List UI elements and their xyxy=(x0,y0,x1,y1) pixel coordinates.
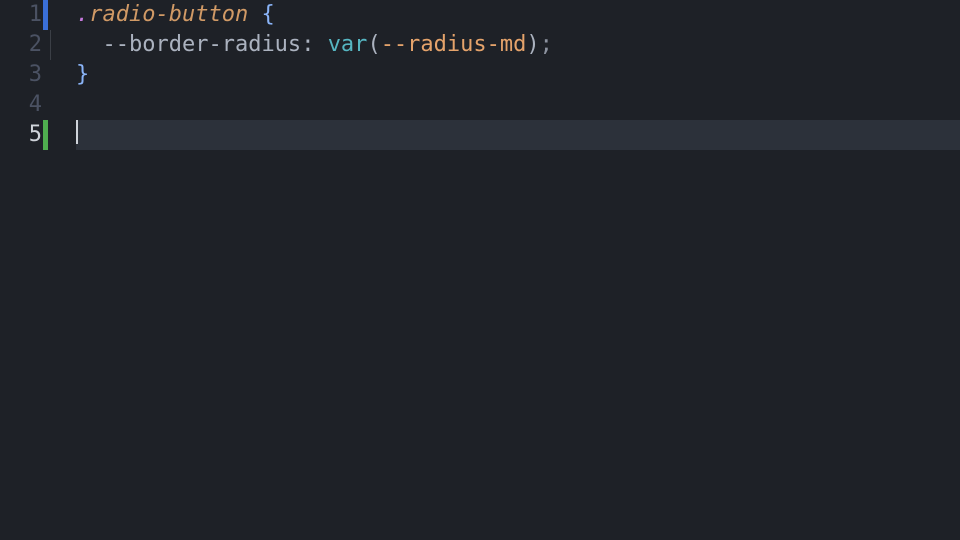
text-cursor xyxy=(76,120,78,144)
line-number: 4 xyxy=(0,90,48,120)
token-colon: : xyxy=(301,32,328,57)
token-brace: } xyxy=(76,62,89,87)
line-number-text: 4 xyxy=(29,92,42,117)
token-function: var xyxy=(328,32,368,57)
token-semicolon: ; xyxy=(540,32,553,57)
code-line[interactable] xyxy=(76,90,960,120)
token-punct: . xyxy=(76,2,89,27)
code-editor[interactable]: 1 2 3 4 5 .radio-button { --border-radiu… xyxy=(0,0,960,540)
code-line-active[interactable] xyxy=(76,120,960,150)
line-number: 1 xyxy=(0,0,48,30)
line-number: 2 xyxy=(0,30,48,60)
token-selector: radio-button xyxy=(89,2,248,27)
line-number-text: 5 xyxy=(29,122,42,147)
code-area[interactable]: .radio-button { --border-radius: var(--r… xyxy=(48,0,960,540)
token-paren: ) xyxy=(526,32,539,57)
indent-guide xyxy=(50,30,51,60)
line-number-text: 1 xyxy=(29,2,42,27)
line-number-text: 3 xyxy=(29,62,42,87)
line-number: 3 xyxy=(0,60,48,90)
token-space xyxy=(248,2,261,27)
code-line[interactable]: } xyxy=(76,60,960,90)
token-indent xyxy=(76,32,103,57)
token-brace: { xyxy=(261,2,274,27)
line-number-text: 2 xyxy=(29,32,42,57)
token-argument: --radius-md xyxy=(381,32,527,57)
code-line[interactable]: --border-radius: var(--radius-md); xyxy=(76,30,960,60)
code-line[interactable]: .radio-button { xyxy=(76,0,960,30)
token-property: --border-radius xyxy=(103,32,302,57)
token-paren: ( xyxy=(367,32,380,57)
line-number-current: 5 xyxy=(0,120,48,150)
line-number-gutter: 1 2 3 4 5 xyxy=(0,0,48,540)
